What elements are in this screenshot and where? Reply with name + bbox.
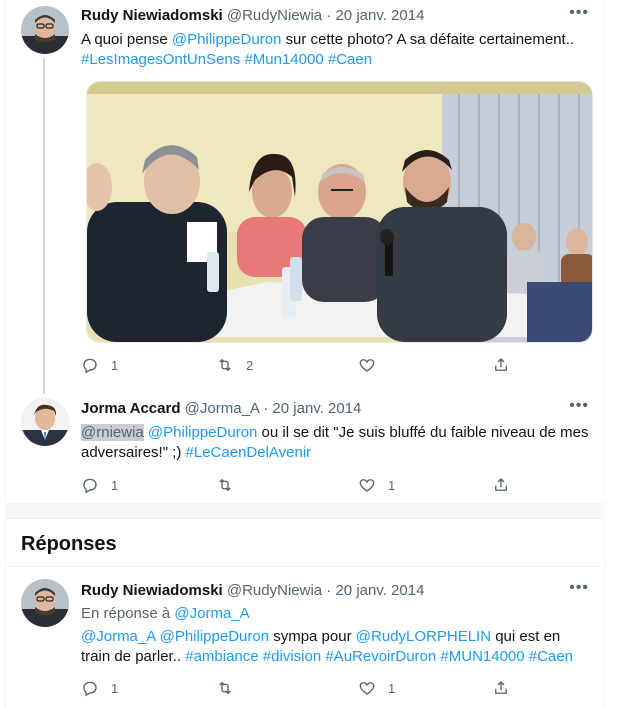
tweet-text: @rniewia @PhilippeDuron ou il se dit "Je… <box>81 423 591 463</box>
section-divider <box>5 503 603 519</box>
reply-count: 1 <box>111 680 119 696</box>
tweet-photo[interactable] <box>86 81 593 343</box>
like-button[interactable] <box>358 355 388 375</box>
display-name[interactable]: Rudy Niewiadomski <box>81 582 223 599</box>
tweet-text: A quoi pense @PhilippeDuron sur cette ph… <box>81 30 591 70</box>
hashtag-link[interactable]: #Mun14000 <box>244 51 323 68</box>
reply-count: 1 <box>111 477 119 493</box>
avatar[interactable] <box>21 398 69 446</box>
like-count: 1 <box>388 680 396 696</box>
tweet-actions: 1 1 <box>81 475 511 495</box>
handle-date[interactable]: @RudyNiewia · 20 janv. 2014 <box>227 582 425 599</box>
mention-link[interactable]: @rniewia <box>81 424 144 441</box>
retweet-count: 2 <box>246 357 254 373</box>
reply-button[interactable]: 1 <box>81 355 118 375</box>
handle-date[interactable]: @Jorma_A · 20 janv. 2014 <box>185 400 362 417</box>
retweet-icon <box>219 478 231 492</box>
text-segment: A quoi pense <box>81 31 172 48</box>
heart-icon <box>359 479 375 492</box>
mention-link[interactable]: @RudyLORPHELIN <box>356 628 491 645</box>
reply-icon <box>83 478 97 494</box>
avatar[interactable] <box>21 6 69 54</box>
reply-button[interactable]: 1 <box>81 678 118 698</box>
text-segment: sur cette photo? A sa défaite certaineme… <box>281 31 575 48</box>
mention-link[interactable]: @PhilippeDuron <box>160 628 269 645</box>
retweet-button[interactable]: 2 <box>216 355 253 375</box>
text-segment: sympa pour <box>269 628 356 645</box>
tweet-header: Jorma Accard @Jorma_A · 20 janv. 2014 <box>81 399 361 419</box>
share-icon <box>495 358 507 371</box>
tweet-text: @Jorma_A @PhilippeDuron sympa pour @Rudy… <box>81 627 591 667</box>
heart-icon <box>359 359 375 372</box>
retweet-button[interactable] <box>216 475 246 495</box>
tweet-header: Rudy Niewiadomski @RudyNiewia · 20 janv.… <box>81 581 424 601</box>
mention-link[interactable]: @Jorma_A <box>174 605 249 622</box>
tweet-2[interactable]: Jorma Accard @Jorma_A · 20 janv. 2014 ••… <box>5 390 603 502</box>
mention-link[interactable]: @PhilippeDuron <box>172 31 281 48</box>
mention-link[interactable]: @PhilippeDuron <box>148 424 257 441</box>
like-count: 1 <box>388 477 396 493</box>
hashtag-link[interactable]: #LesImagesOntUnSens <box>81 51 240 68</box>
reply-tweet[interactable]: Rudy Niewiadomski @RudyNiewia · 20 janv.… <box>5 567 603 709</box>
more-options-icon[interactable]: ••• <box>569 579 589 597</box>
share-icon <box>495 681 507 694</box>
share-button[interactable] <box>492 355 510 375</box>
reply-count: 1 <box>111 357 119 373</box>
retweet-icon <box>219 681 231 695</box>
hashtag-link[interactable]: #LeCaenDelAvenir <box>186 444 312 461</box>
hashtag-link[interactable]: #division <box>263 648 321 665</box>
hashtag-link[interactable]: #Caen <box>529 648 573 665</box>
hashtag-link[interactable]: #ambiance <box>185 648 258 665</box>
retweet-button[interactable] <box>216 678 246 698</box>
retweet-icon <box>219 358 231 372</box>
display-name[interactable]: Rudy Niewiadomski <box>81 7 223 24</box>
hashtag-link[interactable]: #Caen <box>328 51 372 68</box>
like-button[interactable]: 1 <box>358 678 395 698</box>
handle-date[interactable]: @RudyNiewia · 20 janv. 2014 <box>227 7 425 24</box>
tweet-actions: 1 2 <box>81 355 511 375</box>
replies-heading: Réponses <box>21 533 117 555</box>
hashtag-link[interactable]: #AuRevoirDuron <box>325 648 436 665</box>
tweet-1[interactable]: Rudy Niewiadomski @RudyNiewia · 20 janv.… <box>5 0 603 394</box>
avatar[interactable] <box>21 579 69 627</box>
reply-prefix: En réponse à <box>81 605 175 622</box>
display-name[interactable]: Jorma Accard <box>81 400 181 417</box>
more-options-icon[interactable]: ••• <box>569 397 589 415</box>
more-options-icon[interactable]: ••• <box>569 4 589 22</box>
reply-icon <box>83 358 97 374</box>
tweet-actions: 1 1 <box>81 678 511 698</box>
tweet-header: Rudy Niewiadomski @RudyNiewia · 20 janv.… <box>81 6 424 26</box>
share-button[interactable] <box>492 475 510 495</box>
heart-icon <box>359 682 375 695</box>
hashtag-link[interactable]: #MUN14000 <box>440 648 524 665</box>
reply-context: En réponse à @Jorma_A <box>81 604 591 624</box>
reply-icon <box>83 681 97 697</box>
mention-link[interactable]: @Jorma_A <box>81 628 155 645</box>
reply-button[interactable]: 1 <box>81 475 118 495</box>
share-button[interactable] <box>492 678 510 698</box>
share-icon <box>495 478 507 491</box>
thread-line <box>43 58 45 394</box>
like-button[interactable]: 1 <box>358 475 395 495</box>
